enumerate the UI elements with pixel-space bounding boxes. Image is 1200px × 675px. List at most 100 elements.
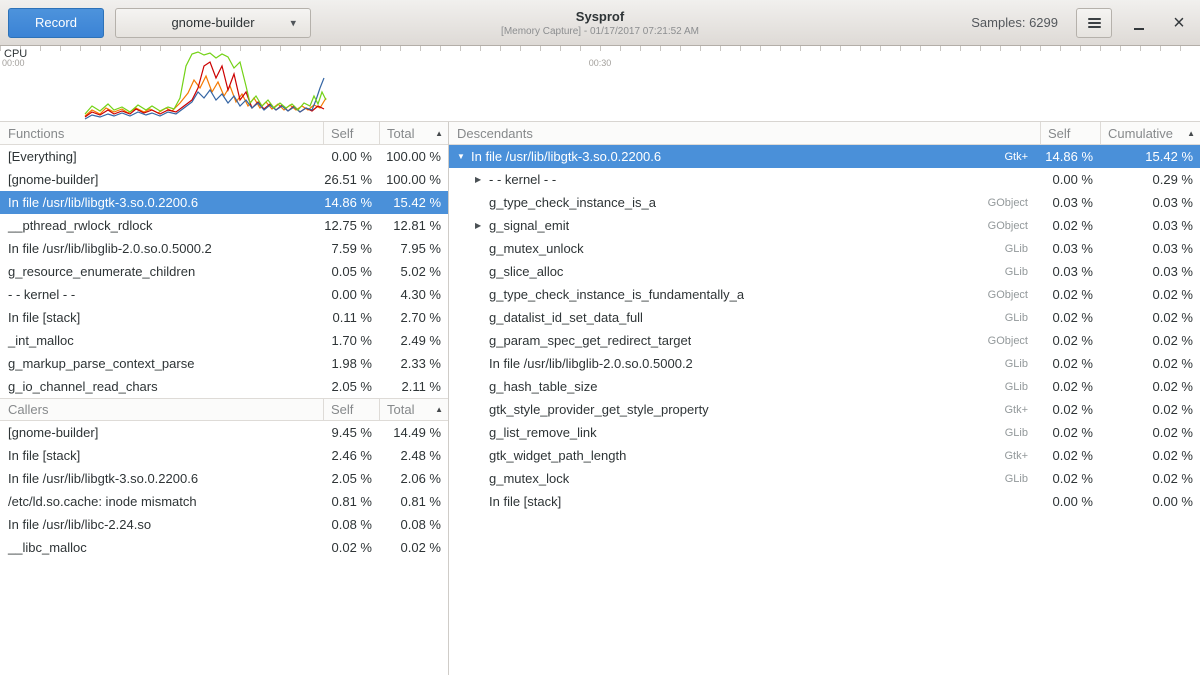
descendant-row[interactable]: g_param_spec_get_redirect_target GObject…: [449, 329, 1200, 352]
cpu-timeline[interactable]: CPU 00:00 00:30: [0, 46, 1200, 122]
descendants-header-row: Descendants Self Cumulative ▲: [449, 122, 1200, 145]
function-row[interactable]: g_markup_parse_context_parse 1.98 % 2.33…: [0, 352, 448, 375]
expander-icon[interactable]: ▶: [473, 175, 489, 184]
record-button[interactable]: Record: [8, 8, 104, 38]
descendant-row[interactable]: g_type_check_instance_is_fundamentally_a…: [449, 283, 1200, 306]
expander-icon[interactable]: ▼: [455, 152, 471, 161]
library-badge: GLib: [597, 427, 1040, 439]
library-badge: GLib: [563, 266, 1040, 278]
descendant-name: gtk_style_provider_get_style_property: [489, 402, 709, 417]
functions-column-header[interactable]: Functions: [0, 122, 323, 144]
caller-row[interactable]: In file /usr/lib/libgtk-3.so.0.2200.6 2.…: [0, 467, 448, 490]
function-row[interactable]: _int_malloc 1.70 % 2.49 %: [0, 329, 448, 352]
descendant-self-percent: 0.03 %: [1040, 264, 1100, 279]
callers-self-column-header[interactable]: Self: [323, 399, 379, 420]
callers-total-header-label: Total: [387, 402, 414, 417]
function-self-percent: 14.86 %: [323, 195, 379, 210]
caller-total-percent: 0.81 %: [379, 494, 448, 509]
samples-count: Samples: 6299: [971, 15, 1058, 30]
descendant-row[interactable]: gtk_widget_path_length Gtk+ 0.02 % 0.02 …: [449, 444, 1200, 467]
descendants-column-header[interactable]: Descendants: [449, 122, 1040, 144]
library-badge: GObject: [656, 197, 1040, 209]
descendant-cumulative-percent: 0.03 %: [1100, 218, 1200, 233]
descendant-name: g_type_check_instance_is_a: [489, 195, 656, 210]
function-row[interactable]: g_io_channel_read_chars 2.05 % 2.11 %: [0, 375, 448, 398]
function-total-percent: 12.81 %: [379, 218, 448, 233]
function-self-percent: 1.98 %: [323, 356, 379, 371]
minimize-button[interactable]: [1126, 8, 1152, 38]
descendant-row[interactable]: gtk_style_provider_get_style_property Gt…: [449, 398, 1200, 421]
callers-column-header[interactable]: Callers: [0, 399, 323, 420]
function-total-percent: 7.95 %: [379, 241, 448, 256]
descendant-row[interactable]: ▶ g_signal_emit GObject 0.02 % 0.03 %: [449, 214, 1200, 237]
callers-total-column-header[interactable]: Total ▲: [379, 399, 448, 420]
descendant-self-percent: 0.02 %: [1040, 310, 1100, 325]
caller-total-percent: 2.48 %: [379, 448, 448, 463]
descendant-cumulative-percent: 0.02 %: [1100, 333, 1200, 348]
function-row[interactable]: In file [stack] 0.11 % 2.70 %: [0, 306, 448, 329]
descendants-cumulative-column-header[interactable]: Cumulative ▲: [1100, 122, 1200, 144]
descendant-row[interactable]: g_hash_table_size GLib 0.02 % 0.02 %: [449, 375, 1200, 398]
minimize-icon: [1134, 28, 1144, 30]
function-self-percent: 0.05 %: [323, 264, 379, 279]
close-button[interactable]: ×: [1166, 8, 1192, 38]
callers-header-row: Callers Self Total ▲: [0, 398, 448, 421]
descendant-cumulative-percent: 0.02 %: [1100, 471, 1200, 486]
caller-row[interactable]: [gnome-builder] 9.45 % 14.49 %: [0, 421, 448, 444]
descendant-name: g_slice_alloc: [489, 264, 563, 279]
caller-row[interactable]: In file [stack] 2.46 % 2.48 %: [0, 444, 448, 467]
library-badge: GObject: [569, 220, 1040, 232]
descendants-tree: ▼ In file /usr/lib/libgtk-3.so.0.2200.6 …: [449, 145, 1200, 513]
descendant-row[interactable]: g_datalist_id_set_data_full GLib 0.02 % …: [449, 306, 1200, 329]
caller-row[interactable]: /etc/ld.so.cache: inode mismatch 0.81 % …: [0, 490, 448, 513]
caller-row[interactable]: __libc_malloc 0.02 % 0.02 %: [0, 536, 448, 559]
caller-name: In file /usr/lib/libc-2.24.so: [0, 517, 323, 532]
function-row[interactable]: g_resource_enumerate_children 0.05 % 5.0…: [0, 260, 448, 283]
function-name: g_markup_parse_context_parse: [0, 356, 323, 371]
functions-total-column-header[interactable]: Total ▲: [379, 122, 448, 144]
library-badge: GLib: [597, 381, 1040, 393]
cpu-series-blue-line: [85, 78, 324, 119]
functions-panel: Functions Self Total ▲ [Everything] 0.00…: [0, 122, 449, 675]
caller-self-percent: 0.81 %: [323, 494, 379, 509]
expander-icon[interactable]: ▶: [473, 221, 489, 230]
sort-indicator-icon: ▲: [435, 129, 443, 138]
chevron-down-icon: ▾: [290, 16, 296, 29]
descendant-row[interactable]: g_mutex_unlock GLib 0.03 % 0.03 %: [449, 237, 1200, 260]
descendant-self-percent: 0.02 %: [1040, 333, 1100, 348]
caller-row[interactable]: In file /usr/lib/libc-2.24.so 0.08 % 0.0…: [0, 513, 448, 536]
descendant-row[interactable]: ▼ In file /usr/lib/libgtk-3.so.0.2200.6 …: [449, 145, 1200, 168]
function-row[interactable]: [gnome-builder] 26.51 % 100.00 %: [0, 168, 448, 191]
function-row[interactable]: - - kernel - - 0.00 % 4.30 %: [0, 283, 448, 306]
library-badge: GLib: [584, 243, 1040, 255]
descendant-row[interactable]: In file /usr/lib/libglib-2.0.so.0.5000.2…: [449, 352, 1200, 375]
app-title: Sysprof: [501, 9, 699, 24]
descendant-row[interactable]: In file [stack] 0.00 % 0.00 %: [449, 490, 1200, 513]
caller-total-percent: 0.08 %: [379, 517, 448, 532]
function-row[interactable]: In file /usr/lib/libgtk-3.so.0.2200.6 14…: [0, 191, 448, 214]
close-icon: ×: [1173, 13, 1185, 33]
descendant-row[interactable]: g_type_check_instance_is_a GObject 0.03 …: [449, 191, 1200, 214]
functions-self-column-header[interactable]: Self: [323, 122, 379, 144]
caller-self-percent: 2.05 %: [323, 471, 379, 486]
library-badge: Gtk+: [709, 404, 1040, 416]
functions-header-row: Functions Self Total ▲: [0, 122, 448, 145]
descendant-name: g_mutex_unlock: [489, 241, 584, 256]
function-row[interactable]: [Everything] 0.00 % 100.00 %: [0, 145, 448, 168]
menu-button[interactable]: [1076, 8, 1112, 38]
descendant-row[interactable]: g_mutex_lock GLib 0.02 % 0.02 %: [449, 467, 1200, 490]
function-row[interactable]: __pthread_rwlock_rdlock 12.75 % 12.81 %: [0, 214, 448, 237]
descendant-cumulative-percent: 0.03 %: [1100, 195, 1200, 210]
caller-name: In file [stack]: [0, 448, 323, 463]
library-badge: Gtk+: [661, 151, 1040, 163]
descendants-self-column-header[interactable]: Self: [1040, 122, 1100, 144]
descendant-row[interactable]: ▶ - - kernel - - 0.00 % 0.29 %: [449, 168, 1200, 191]
function-row[interactable]: In file /usr/lib/libglib-2.0.so.0.5000.2…: [0, 237, 448, 260]
callers-list: [gnome-builder] 9.45 % 14.49 % In file […: [0, 421, 448, 559]
descendant-self-percent: 0.02 %: [1040, 448, 1100, 463]
descendant-row[interactable]: g_list_remove_link GLib 0.02 % 0.02 %: [449, 421, 1200, 444]
process-selector-dropdown[interactable]: gnome-builder ▾: [115, 8, 311, 38]
descendant-cumulative-percent: 0.02 %: [1100, 287, 1200, 302]
descendant-row[interactable]: g_slice_alloc GLib 0.03 % 0.03 %: [449, 260, 1200, 283]
function-total-percent: 4.30 %: [379, 287, 448, 302]
